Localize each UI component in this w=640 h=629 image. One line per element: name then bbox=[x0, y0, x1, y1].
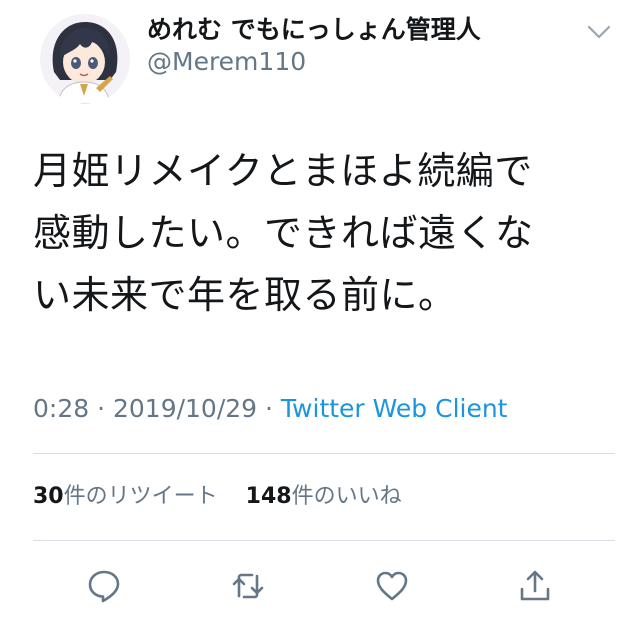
display-name[interactable]: めれむ でもにっしょん管理人 bbox=[147, 14, 481, 46]
likes-count: 148 bbox=[245, 484, 292, 509]
likes-label: 件のいいね bbox=[291, 484, 402, 509]
tweet-time[interactable]: 0:28 bbox=[33, 394, 89, 423]
retweets-stat[interactable]: 30件のリツイート bbox=[33, 484, 218, 509]
share-button[interactable] bbox=[512, 563, 558, 609]
tweet-text-line: 月姫リメイクとまほよ続編で bbox=[33, 149, 533, 193]
tweet-text: 月姫リメイクとまほよ続編で 感動したい。できれば遠くな い未来で年を取る前に。 bbox=[33, 140, 593, 326]
divider bbox=[33, 453, 615, 454]
tweet-text-line: 感動したい。できれば遠くな bbox=[33, 211, 534, 255]
retweets-label: 件のリツイート bbox=[63, 484, 218, 509]
divider bbox=[33, 540, 615, 541]
client-link[interactable]: Twitter Web Client bbox=[281, 394, 508, 423]
retweet-button[interactable] bbox=[225, 563, 271, 609]
tweet-date[interactable]: 2019/10/29 bbox=[113, 394, 257, 423]
likes-stat[interactable]: 148件のいいね bbox=[246, 484, 402, 509]
reply-button[interactable] bbox=[81, 563, 127, 609]
chevron-down-icon[interactable] bbox=[584, 22, 614, 42]
avatar-illustration-icon bbox=[40, 14, 130, 104]
tweet-stats: 30件のリツイート 148件のいいね bbox=[33, 480, 402, 514]
user-handle[interactable]: @Merem110 bbox=[147, 45, 306, 79]
share-icon bbox=[520, 570, 550, 601]
meta-separator: · bbox=[257, 394, 281, 423]
like-button[interactable] bbox=[369, 563, 415, 609]
tweet-meta: 0:28 · 2019/10/29 · Twitter Web Client bbox=[33, 392, 507, 426]
meta-separator: · bbox=[89, 394, 113, 423]
tweet-text-line: い未来で年を取る前に。 bbox=[33, 273, 457, 317]
reply-icon bbox=[88, 570, 120, 603]
avatar[interactable] bbox=[40, 14, 130, 104]
retweets-count: 30 bbox=[33, 484, 64, 509]
retweet-icon bbox=[232, 573, 264, 599]
heart-icon bbox=[376, 571, 408, 601]
